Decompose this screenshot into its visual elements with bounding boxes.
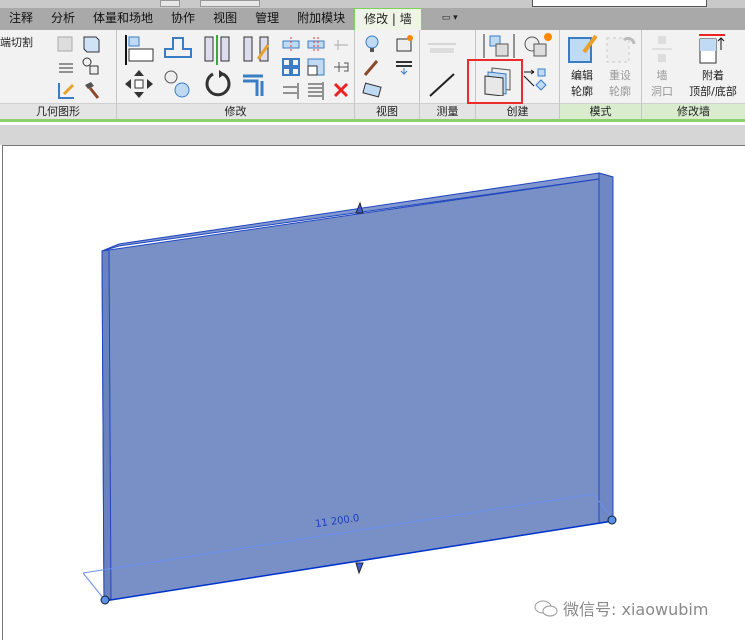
edit-profile-line2: 轮廓 <box>571 85 593 98</box>
move-icon[interactable] <box>123 68 155 100</box>
panel-label-modify-wall: 修改墙 <box>642 103 745 119</box>
wall-opening-icon[interactable] <box>650 32 674 66</box>
wall-model[interactable] <box>3 146 745 641</box>
attach-top-base-label[interactable]: 附着顶部/底部 <box>682 68 744 100</box>
reset-profile-line1: 重设 <box>609 69 631 82</box>
wall-opening-line2: 洞口 <box>651 85 673 98</box>
unpin-icon[interactable] <box>330 34 352 56</box>
paint-icon[interactable] <box>55 79 77 101</box>
split-face-icon[interactable] <box>55 56 77 78</box>
offset-icon[interactable] <box>162 33 194 65</box>
tab-modify-wall[interactable]: 修改 | 墙 <box>354 8 422 30</box>
reset-profile-icon[interactable] <box>604 32 638 66</box>
mirror-pick-axis-icon[interactable] <box>201 33 233 65</box>
panel-view: 视图 <box>355 30 420 119</box>
attach-line2: 顶部/底部 <box>689 85 737 98</box>
reset-profile-label[interactable]: 重设 轮廓 <box>604 68 636 100</box>
join-icon[interactable] <box>55 33 77 55</box>
trim-extend-icon[interactable] <box>240 68 272 100</box>
watermark-text: 微信号: xiaowubim <box>563 600 709 619</box>
ribbon: 端切割 几何图形 修改 视图 测量 创建 编辑 轮廓 重设 轮廓 模式 墙 洞口… <box>0 30 745 122</box>
wall-side-face <box>101 249 112 602</box>
panel-label-modify: 修改 <box>117 103 354 119</box>
edit-profile-line1: 编辑 <box>571 69 593 82</box>
dimension-witness-left <box>82 572 105 600</box>
paintbrush-icon[interactable] <box>361 56 383 78</box>
trim-single-icon[interactable] <box>280 79 302 101</box>
panel-label-create: 创建 <box>476 103 559 119</box>
tab-collaborate[interactable]: 协作 <box>162 8 204 30</box>
aligned-dimension-icon[interactable] <box>426 70 460 100</box>
copy-icon[interactable] <box>162 68 194 100</box>
create-similar-highlight <box>467 59 523 104</box>
align-icon[interactable] <box>123 33 155 65</box>
attach-top-base-icon[interactable] <box>697 32 727 66</box>
quick-access-button[interactable] <box>200 0 260 7</box>
reset-profile-line2: 轮廓 <box>609 85 631 98</box>
panel-label-mode: 模式 <box>560 103 641 119</box>
panel-label-geometry: 几何图形 <box>0 103 116 119</box>
assembly-icon[interactable] <box>520 66 550 96</box>
panel-label-view: 视图 <box>355 103 419 119</box>
create-parts-icon[interactable] <box>482 32 516 60</box>
quick-access-button[interactable] <box>160 0 180 7</box>
wall-end-grip <box>100 595 110 605</box>
panel-modify-wall: 墙洞口 附着顶部/底部 修改墙 <box>642 30 745 119</box>
options-bar <box>0 125 745 145</box>
trim-multiple-icon[interactable] <box>305 79 327 101</box>
panel-geometry: 端切割 几何图形 <box>0 30 117 119</box>
hammer-icon[interactable] <box>80 79 102 101</box>
mirror-draw-axis-icon[interactable] <box>240 33 272 65</box>
measure-between-icon[interactable] <box>426 36 460 58</box>
pin-icon[interactable] <box>330 56 352 78</box>
ribbon-minimize-button[interactable]: ▭ ▾ <box>442 8 458 30</box>
panel-mode: 编辑轮廓 重设轮廓 模式 <box>560 30 642 119</box>
wechat-icon <box>534 600 558 617</box>
rotate-icon[interactable] <box>201 68 233 100</box>
linework-icon[interactable] <box>393 56 415 78</box>
split-element-icon[interactable] <box>280 34 302 56</box>
split-gap-icon[interactable] <box>305 34 327 56</box>
flip-arrow-top <box>355 201 364 214</box>
scale-icon[interactable] <box>305 56 327 78</box>
panel-label-measure: 测量 <box>420 103 475 119</box>
hide-element-icon[interactable] <box>361 79 383 101</box>
cope-icon[interactable] <box>80 56 102 78</box>
edit-profile-label[interactable]: 编辑 轮廓 <box>566 68 598 100</box>
tab-addins[interactable]: 附加模块 <box>288 8 354 30</box>
attach-line1: 附着 <box>702 69 724 82</box>
tab-annotate[interactable]: 注释 <box>0 8 42 30</box>
tab-manage[interactable]: 管理 <box>246 8 288 30</box>
lightbulb-icon[interactable] <box>361 33 383 55</box>
wall-opening-line1: 墙 <box>656 69 668 82</box>
delete-icon[interactable] <box>330 79 352 101</box>
3d-viewport[interactable]: 11 200.0 <box>2 145 745 640</box>
tab-view[interactable]: 视图 <box>204 8 246 30</box>
wall-right-face <box>598 172 614 524</box>
override-graphics-icon[interactable] <box>393 33 415 55</box>
tab-analyze[interactable]: 分析 <box>42 8 84 30</box>
tab-massing[interactable]: 体量和场地 <box>84 8 162 30</box>
flip-arrow-bottom <box>355 562 364 575</box>
search-input[interactable] <box>532 0 707 7</box>
create-group-icon[interactable] <box>520 32 554 60</box>
wall-front-face <box>101 176 614 602</box>
cut-end-button[interactable]: 端切割 <box>0 35 33 51</box>
ribbon-tabs: 注释 分析 体量和场地 协作 视图 管理 附加模块 修改 | 墙 ▭ ▾ <box>0 8 745 30</box>
array-icon[interactable] <box>280 56 302 78</box>
watermark: 微信号: xiaowubim <box>533 596 708 620</box>
wall-join-icon[interactable] <box>80 33 102 55</box>
title-bar <box>0 0 745 8</box>
wall-end-grip <box>607 515 617 525</box>
edit-profile-icon[interactable] <box>566 32 600 66</box>
panel-modify: 修改 <box>117 30 355 119</box>
wall-opening-label[interactable]: 墙洞口 <box>646 68 678 100</box>
